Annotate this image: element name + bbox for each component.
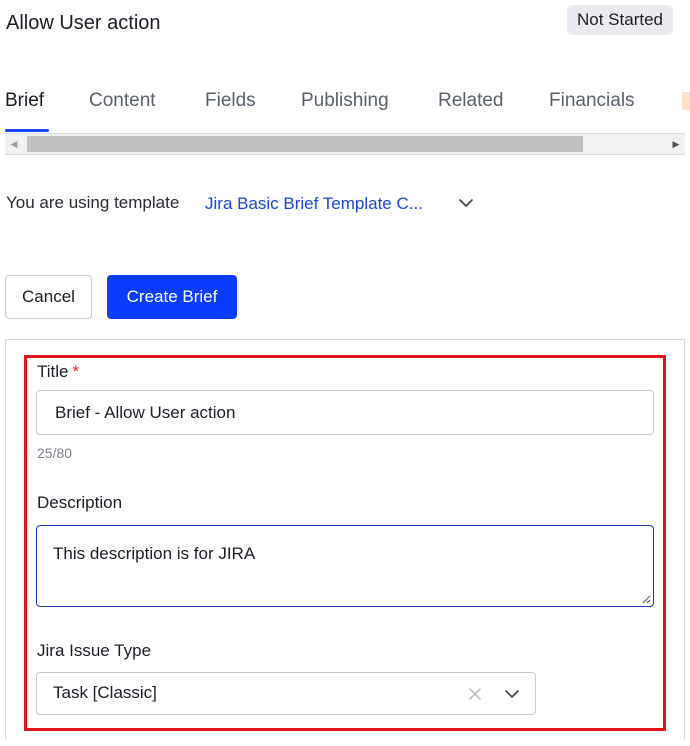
tab-bar: Brief Content Fields Publishing Related … — [0, 78, 690, 132]
template-label: You are using template — [6, 193, 180, 212]
tab-brief[interactable]: Brief — [5, 90, 44, 112]
cancel-button[interactable]: Cancel — [5, 275, 92, 319]
tab-scrollbar[interactable]: ◀ ▶ — [5, 133, 685, 155]
header: Allow User action Not Started — [0, 0, 690, 50]
status-badge: Not Started — [567, 5, 673, 35]
scroll-thumb[interactable] — [27, 136, 583, 152]
page-title: Allow User action — [6, 12, 161, 34]
scroll-right-icon[interactable]: ▶ — [667, 134, 685, 154]
issue-type-value: Task [Classic] — [53, 683, 157, 702]
template-row: You are using template Jira Basic Brief … — [6, 193, 473, 217]
close-icon[interactable] — [467, 686, 483, 702]
tab-publishing[interactable]: Publishing — [301, 90, 389, 112]
title-label: Title * — [37, 362, 79, 382]
title-label-text: Title — [37, 362, 69, 381]
title-char-count: 25/80 — [37, 445, 73, 461]
scroll-left-icon[interactable]: ◀ — [5, 134, 23, 154]
description-textarea[interactable]: This description is for JIRA — [36, 525, 654, 607]
description-label: Description — [37, 493, 123, 512]
tab-fields[interactable]: Fields — [205, 90, 256, 112]
tab-content[interactable]: Content — [89, 90, 156, 112]
create-brief-button[interactable]: Create Brief — [107, 275, 237, 319]
resize-grip-icon[interactable] — [641, 594, 651, 604]
required-marker: * — [72, 362, 80, 381]
tab-overflow-hint — [682, 92, 690, 110]
tab-related[interactable]: Related — [438, 90, 504, 112]
issue-type-label: Jira Issue Type — [37, 641, 152, 660]
template-selector[interactable]: Jira Basic Brief Template C... — [205, 194, 423, 214]
chevron-down-icon[interactable] — [504, 688, 520, 700]
description-text: This description is for JIRA — [53, 544, 256, 563]
title-input[interactable]: Brief - Allow User action — [36, 390, 654, 435]
active-tab-indicator — [5, 129, 49, 132]
issue-type-select[interactable]: Task [Classic] — [36, 672, 536, 715]
chevron-down-icon[interactable] — [458, 197, 474, 209]
tab-financials[interactable]: Financials — [549, 90, 635, 112]
